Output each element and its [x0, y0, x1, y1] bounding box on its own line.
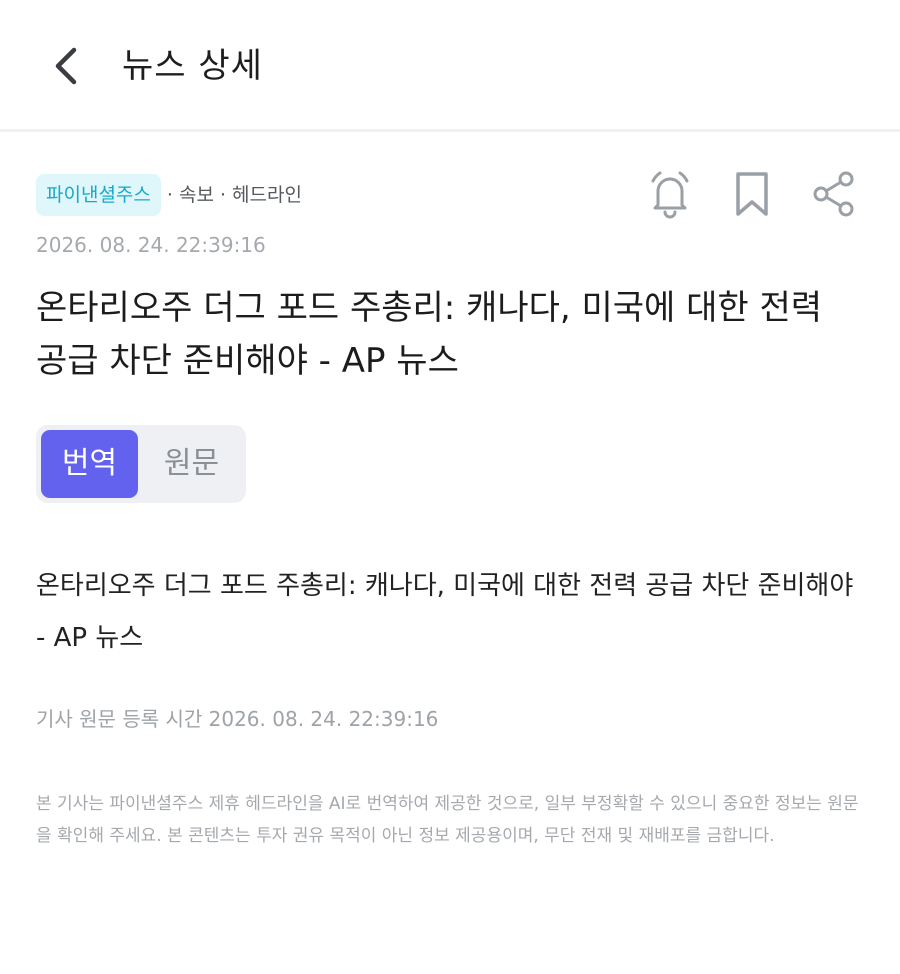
bookmark-button[interactable]	[726, 166, 778, 222]
share-icon	[813, 171, 854, 217]
article-headline: 온타리오주 더그 포드 주총리: 캐나다, 미국에 대한 전력 공급 차단 준비…	[36, 288, 823, 381]
back-button[interactable]	[44, 42, 88, 90]
translation-toggle: 번역 원문	[36, 425, 246, 503]
registered-time: 기사 원문 등록 시간 2026. 08. 24. 22:39:16	[36, 707, 439, 731]
category-label: · 속보 · 헤드라인	[166, 184, 302, 206]
translated-tab[interactable]: 번역	[41, 430, 138, 498]
article-body: 온타리오주 더그 포드 주총리: 캐나다, 미국에 대한 전력 공급 차단 준비…	[36, 571, 854, 653]
disclaimer-text: 본 기사는 파이낸셜주스 제휴 헤드라인을 AI로 번역하여 제공한 것으로, …	[36, 794, 859, 846]
chevron-left-icon	[55, 47, 77, 85]
source-badge[interactable]: 파이낸셜주스	[36, 174, 161, 216]
article-timestamp: 2026. 08. 24. 22:39:16	[36, 233, 266, 257]
top-app-bar: 뉴스 상세	[0, 0, 900, 132]
article-actions	[644, 166, 860, 222]
bookmark-icon	[736, 172, 768, 216]
original-tab[interactable]: 원문	[143, 430, 240, 498]
share-button[interactable]	[808, 166, 860, 222]
alert-button[interactable]	[644, 166, 696, 222]
page-title: 뉴스 상세	[122, 46, 263, 86]
bell-icon	[651, 171, 689, 219]
article-meta: 파이낸셜주스 · 속보 · 헤드라인	[36, 173, 302, 217]
